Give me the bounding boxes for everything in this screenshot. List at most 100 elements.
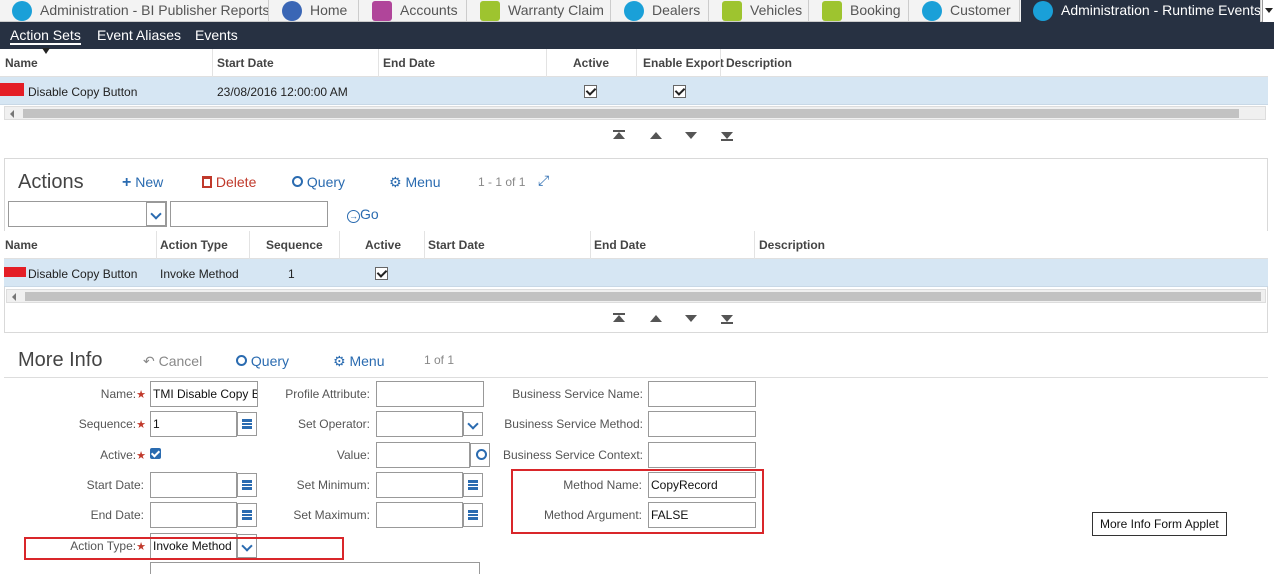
view-tab-event-aliases[interactable]: Event Aliases bbox=[97, 27, 181, 43]
col-start-date[interactable]: Start Date bbox=[217, 56, 274, 70]
record-count: 1 of 1 bbox=[424, 353, 455, 367]
active-label: Active:★ bbox=[100, 448, 146, 462]
cell-sequence[interactable]: 1 bbox=[288, 267, 295, 281]
col-end-date[interactable]: End Date bbox=[594, 238, 646, 252]
col-name[interactable]: Name bbox=[5, 238, 38, 252]
name-field[interactable]: TMI Disable Copy Bu bbox=[150, 381, 258, 407]
actions-grid-header: Name Action Type Sequence Active Start D… bbox=[4, 231, 1268, 259]
actions-title: Actions bbox=[18, 171, 84, 193]
cancel-button[interactable]: ↶ Cancel bbox=[143, 353, 202, 370]
col-active[interactable]: Active bbox=[365, 238, 401, 252]
sort-desc-icon[interactable] bbox=[42, 48, 50, 54]
delete-button[interactable]: Delete bbox=[202, 174, 256, 190]
scroll-left-icon[interactable] bbox=[12, 293, 16, 301]
scrollbar-thumb[interactable] bbox=[25, 292, 1261, 301]
set-minimum-field[interactable] bbox=[376, 472, 463, 498]
previous-record-icon[interactable] bbox=[650, 132, 662, 139]
col-end-date[interactable]: End Date bbox=[383, 56, 435, 70]
business-service-name-field[interactable] bbox=[648, 381, 756, 407]
last-record-icon[interactable] bbox=[721, 315, 733, 324]
expand-icon[interactable]: ⤢ bbox=[538, 172, 549, 189]
active-checkbox[interactable] bbox=[150, 448, 161, 459]
col-description[interactable]: Description bbox=[759, 238, 825, 252]
table-row[interactable]: Disable Copy Button Invoke Method 1 bbox=[4, 259, 1268, 287]
scroll-left-icon[interactable] bbox=[10, 110, 14, 118]
tab-bi-publisher-reports[interactable]: Administration - BI Publisher Reports bbox=[0, 0, 269, 22]
calendar-icon[interactable] bbox=[237, 503, 257, 527]
tab-overflow-dropdown[interactable] bbox=[1262, 0, 1274, 22]
view-tab-events[interactable]: Events bbox=[195, 27, 238, 43]
calculator-icon[interactable] bbox=[463, 473, 483, 497]
set-operator-label: Set Operator: bbox=[297, 417, 370, 431]
next-record-icon[interactable] bbox=[685, 315, 697, 322]
tab-booking[interactable]: Booking bbox=[810, 0, 909, 22]
profile-attribute-field[interactable] bbox=[376, 381, 484, 407]
col-active[interactable]: Active bbox=[573, 56, 609, 70]
tab-dealers[interactable]: Dealers bbox=[612, 0, 709, 22]
description-field[interactable] bbox=[150, 562, 480, 574]
tab-runtime-events[interactable]: Administration - Runtime Events bbox=[1021, 0, 1261, 22]
cell-name[interactable]: Disable Copy Button bbox=[28, 85, 137, 99]
business-service-method-field[interactable] bbox=[648, 411, 756, 437]
value-field[interactable] bbox=[376, 442, 470, 468]
business-service-context-field[interactable] bbox=[648, 442, 756, 468]
first-record-icon[interactable] bbox=[613, 313, 625, 322]
query-button[interactable]: Query bbox=[236, 353, 289, 369]
tab-accounts[interactable]: Accounts bbox=[360, 0, 467, 22]
cell-active-checkbox[interactable] bbox=[584, 85, 597, 98]
col-enable-export[interactable]: Enable Export bbox=[643, 56, 724, 70]
calculator-icon[interactable] bbox=[237, 412, 257, 436]
value-label: Value: bbox=[336, 448, 370, 462]
cell-name[interactable]: Disable Copy Button bbox=[28, 267, 137, 281]
tab-home[interactable]: Home bbox=[270, 0, 359, 22]
col-name[interactable]: Name bbox=[5, 56, 38, 70]
col-sequence[interactable]: Sequence bbox=[266, 238, 323, 252]
chevron-down-icon[interactable] bbox=[146, 202, 166, 226]
set-maximum-field[interactable] bbox=[376, 502, 463, 528]
last-record-icon[interactable] bbox=[721, 132, 733, 141]
highlight-box-action-type bbox=[24, 537, 344, 560]
tab-vehicles[interactable]: Vehicles bbox=[710, 0, 809, 22]
view-tab-action-sets[interactable]: Action Sets bbox=[10, 27, 81, 45]
menu-button[interactable]: ⚙ Menu bbox=[333, 353, 384, 370]
business-service-method-label: Business Service Method: bbox=[504, 417, 643, 431]
tab-warranty-claim[interactable]: Warranty Claim bbox=[468, 0, 611, 22]
name-label: Name:★ bbox=[100, 387, 146, 401]
col-action-type[interactable]: Action Type bbox=[160, 238, 228, 252]
next-record-icon[interactable] bbox=[685, 132, 697, 139]
horizontal-scrollbar[interactable] bbox=[4, 106, 1266, 120]
sequence-field[interactable]: 1 bbox=[150, 411, 237, 437]
cell-active-checkbox[interactable] bbox=[375, 267, 388, 280]
cell-enable-export-checkbox[interactable] bbox=[673, 85, 686, 98]
search-input[interactable] bbox=[170, 201, 328, 227]
cell-action-type[interactable]: Invoke Method bbox=[160, 267, 239, 281]
menu-button[interactable]: ⚙ Menu bbox=[389, 174, 440, 191]
action-sets-grid-header: Name Start Date End Date Active Enable E… bbox=[0, 48, 1268, 77]
highlight-box-method bbox=[511, 469, 764, 534]
chevron-down-icon[interactable] bbox=[463, 412, 483, 436]
screen-tab-bar: Administration - BI Publisher Reports Ho… bbox=[0, 0, 1274, 22]
search-field-select[interactable] bbox=[8, 201, 167, 227]
search-icon bbox=[292, 176, 303, 187]
end-date-field[interactable] bbox=[150, 502, 237, 528]
col-description[interactable]: Description bbox=[726, 56, 792, 70]
cell-start-date[interactable]: 23/08/2016 12:00:00 AM bbox=[217, 85, 348, 99]
first-record-icon[interactable] bbox=[613, 130, 625, 139]
col-start-date[interactable]: Start Date bbox=[428, 238, 485, 252]
new-button[interactable]: + New bbox=[122, 174, 163, 192]
calculator-icon[interactable] bbox=[463, 503, 483, 527]
magnifier-icon[interactable] bbox=[470, 443, 490, 467]
business-service-context-label: Business Service Context: bbox=[502, 448, 643, 462]
horizontal-scrollbar[interactable] bbox=[6, 289, 1266, 303]
query-button[interactable]: Query bbox=[292, 174, 345, 190]
set-maximum-label: Set Maximum: bbox=[293, 508, 370, 522]
query-label: Query bbox=[306, 174, 346, 190]
table-row[interactable]: Disable Copy Button 23/08/2016 12:00:00 … bbox=[0, 77, 1268, 105]
start-date-field[interactable] bbox=[150, 472, 237, 498]
go-button[interactable]: → Go bbox=[347, 206, 379, 223]
calendar-icon[interactable] bbox=[237, 473, 257, 497]
tab-customer[interactable]: Customer bbox=[910, 0, 1020, 22]
scrollbar-thumb[interactable] bbox=[23, 109, 1239, 118]
previous-record-icon[interactable] bbox=[650, 315, 662, 322]
set-operator-field[interactable] bbox=[376, 411, 463, 437]
